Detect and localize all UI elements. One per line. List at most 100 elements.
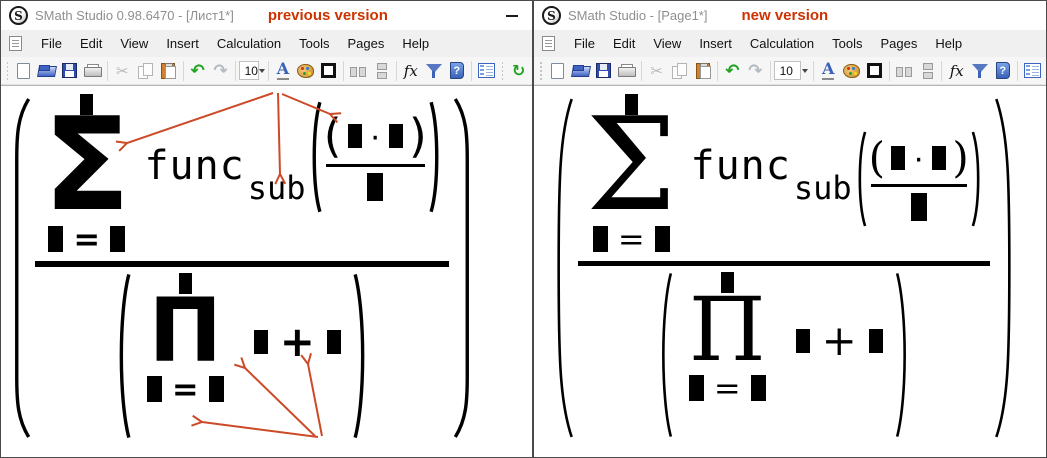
font-size-dropdown-icon[interactable] — [259, 61, 265, 80]
menu-pages[interactable]: Pages — [872, 32, 927, 55]
paste-button[interactable] — [157, 59, 180, 82]
sigma-operator[interactable]: Σ — [586, 115, 677, 217]
menu-help[interactable]: Help — [393, 32, 438, 55]
placeholder[interactable] — [869, 329, 883, 353]
pi-operator[interactable]: Π — [148, 296, 222, 366]
placeholder[interactable] — [254, 330, 268, 354]
menu-insert[interactable]: Insert — [690, 32, 741, 55]
worksheet-canvas[interactable]: Σ = func sub — [534, 85, 1046, 457]
placeholder[interactable] — [796, 329, 810, 353]
paste-button[interactable] — [691, 59, 714, 82]
toolbar-grip[interactable] — [502, 62, 503, 80]
help-button[interactable]: ? — [991, 59, 1014, 82]
function-subscript[interactable]: sub — [794, 172, 852, 204]
menu-view[interactable]: View — [111, 32, 157, 55]
print-button[interactable] — [81, 59, 104, 82]
color-button[interactable] — [840, 59, 863, 82]
minimize-button[interactable] — [506, 15, 518, 17]
border-button[interactable] — [317, 59, 340, 82]
snippets-button[interactable] — [1021, 59, 1044, 82]
placeholder[interactable] — [655, 226, 670, 252]
summation-block[interactable]: Σ = — [43, 94, 130, 255]
align-horizontal-button[interactable] — [347, 59, 370, 82]
cut-button[interactable]: ✂ — [645, 59, 668, 82]
placeholder[interactable] — [891, 146, 905, 170]
menu-edit[interactable]: Edit — [604, 32, 644, 55]
font-button[interactable]: A — [817, 59, 840, 82]
undo-button[interactable]: ↶ — [186, 59, 209, 82]
worksheet-canvas[interactable]: Σ = func sub — [1, 85, 532, 457]
document-icon[interactable] — [542, 36, 555, 51]
recalculate-button[interactable]: ↻ — [507, 59, 530, 82]
function-name[interactable]: func — [691, 146, 791, 186]
save-button[interactable] — [58, 59, 81, 82]
placeholder[interactable] — [348, 124, 362, 148]
open-button[interactable] — [569, 59, 592, 82]
border-button[interactable] — [863, 59, 886, 82]
snippets-button[interactable] — [475, 59, 498, 82]
titlebar[interactable]: S SMath Studio - [Page1*] new version — [534, 1, 1046, 30]
pi-operator[interactable]: Π — [689, 295, 766, 365]
math-expression[interactable]: Σ = func sub — [7, 92, 477, 444]
placeholder[interactable] — [209, 376, 224, 402]
copy-button[interactable] — [668, 59, 691, 82]
filter-button[interactable] — [422, 59, 445, 82]
help-button[interactable]: ? — [445, 59, 468, 82]
insert-function-button[interactable]: fx — [399, 59, 422, 82]
font-size-select[interactable]: 10 — [239, 61, 259, 80]
menu-file[interactable]: File — [565, 32, 604, 55]
print-button[interactable] — [615, 59, 638, 82]
placeholder[interactable] — [593, 226, 608, 252]
product-block[interactable]: Π = — [147, 273, 224, 404]
placeholder[interactable] — [751, 375, 766, 401]
font-button[interactable]: A — [271, 59, 294, 82]
redo-button[interactable]: ↷ — [209, 59, 232, 82]
menu-insert[interactable]: Insert — [157, 32, 208, 55]
align-vertical-button[interactable] — [915, 59, 938, 82]
placeholder[interactable] — [147, 376, 162, 402]
placeholder[interactable] — [932, 146, 946, 170]
placeholder[interactable] — [911, 193, 927, 221]
math-expression[interactable]: Σ = func sub — [550, 92, 1018, 444]
copy-button[interactable] — [134, 59, 157, 82]
placeholder[interactable] — [689, 375, 704, 401]
redo-button[interactable]: ↷ — [744, 59, 767, 82]
menu-view[interactable]: View — [644, 32, 690, 55]
placeholder[interactable] — [110, 226, 125, 252]
undo-button[interactable]: ↶ — [721, 59, 744, 82]
filter-button[interactable] — [968, 59, 991, 82]
color-button[interactable] — [294, 59, 317, 82]
align-horizontal-button[interactable] — [892, 59, 915, 82]
menu-help[interactable]: Help — [926, 32, 971, 55]
titlebar[interactable]: S SMath Studio 0.98.6470 - [Лист1*] prev… — [1, 1, 532, 30]
font-size-dropdown-icon[interactable] — [801, 61, 810, 80]
cut-button[interactable]: ✂ — [111, 59, 134, 82]
menu-tools[interactable]: Tools — [823, 32, 871, 55]
toolbar-grip[interactable] — [540, 62, 542, 80]
menu-pages[interactable]: Pages — [339, 32, 394, 55]
menu-edit[interactable]: Edit — [71, 32, 111, 55]
menu-file[interactable]: File — [32, 32, 71, 55]
function-argument[interactable]: ( · ) — [308, 100, 443, 214]
placeholder[interactable] — [389, 124, 403, 148]
align-vertical-button[interactable] — [370, 59, 393, 82]
sigma-operator[interactable]: Σ — [43, 115, 130, 217]
summation-block[interactable]: Σ = — [586, 94, 677, 255]
placeholder[interactable] — [327, 330, 341, 354]
function-subscript[interactable]: sub — [248, 172, 306, 204]
menu-calculation[interactable]: Calculation — [741, 32, 823, 55]
placeholder[interactable] — [48, 226, 63, 252]
insert-function-button[interactable]: fx — [945, 59, 968, 82]
open-button[interactable] — [35, 59, 58, 82]
document-icon[interactable] — [9, 36, 22, 51]
product-block[interactable]: Π = — [689, 272, 766, 403]
placeholder[interactable] — [367, 173, 383, 201]
menu-tools[interactable]: Tools — [290, 32, 338, 55]
toolbar-grip[interactable] — [7, 62, 8, 80]
function-name[interactable]: func — [144, 146, 244, 186]
function-argument[interactable]: ( · ) — [854, 130, 984, 228]
font-size-select[interactable]: 10 — [774, 61, 801, 80]
save-button[interactable] — [592, 59, 615, 82]
menu-calculation[interactable]: Calculation — [208, 32, 290, 55]
new-document-button[interactable] — [12, 59, 35, 82]
